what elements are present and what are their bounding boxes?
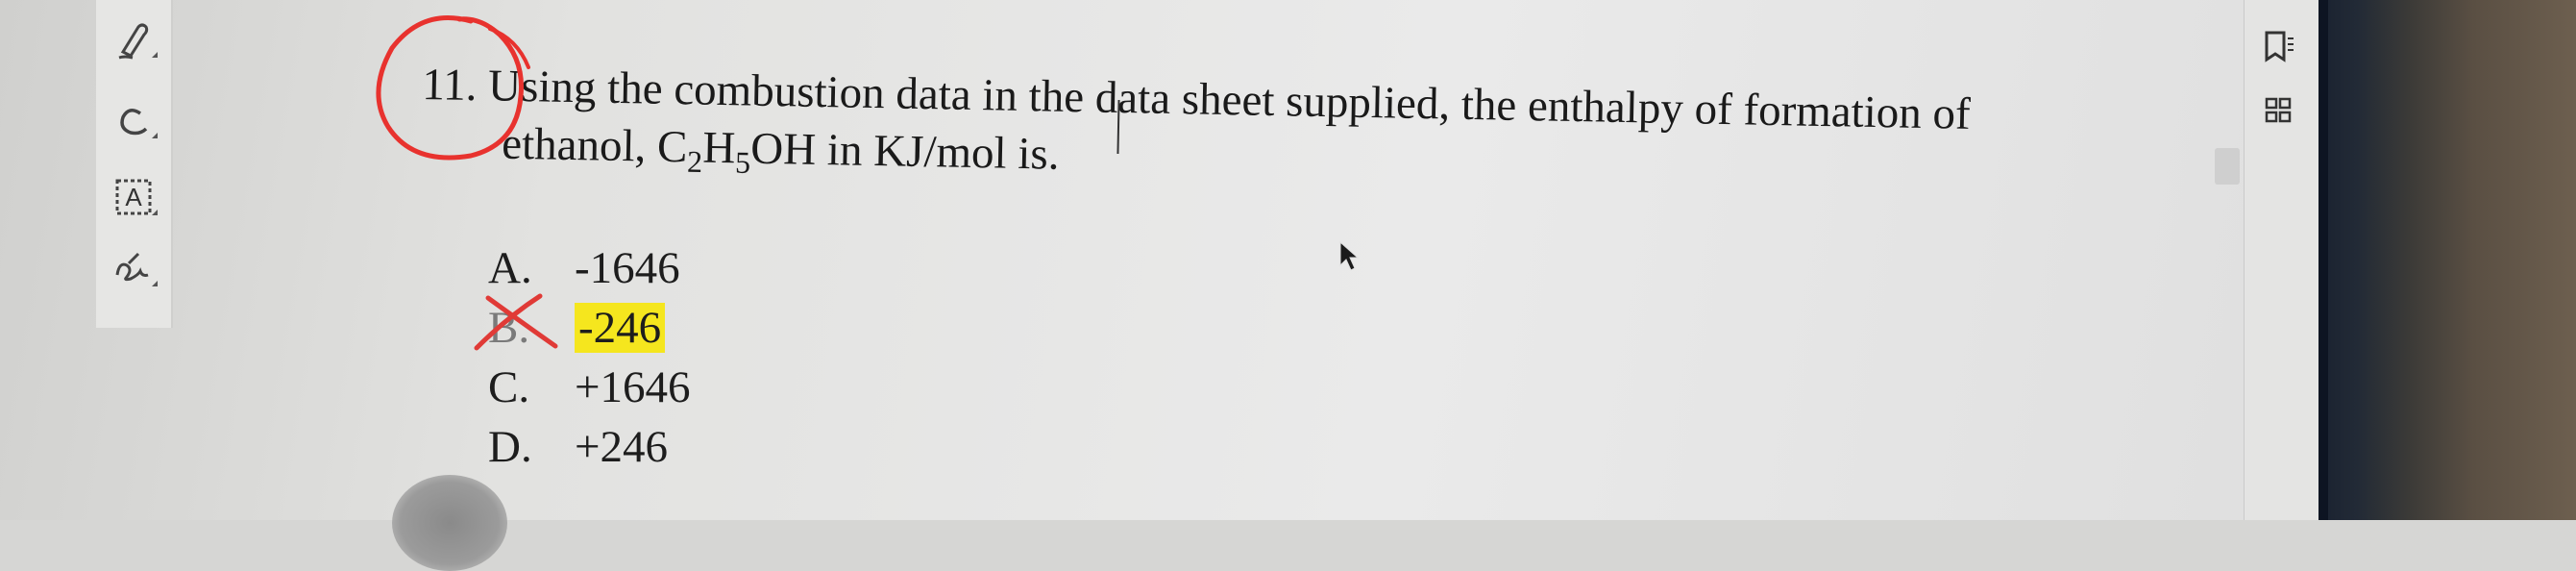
signature-tool-button[interactable]	[106, 242, 163, 296]
scrollbar-thumb[interactable]	[2215, 148, 2240, 185]
choice-d[interactable]: D. +246	[488, 417, 691, 477]
subscript-carbon: 2	[686, 143, 703, 179]
choice-value-highlighted: -246	[575, 303, 666, 353]
thumbnail-grid-icon[interactable]	[2264, 96, 2293, 125]
question-stem-mid: H	[701, 122, 736, 174]
pen-tool-button[interactable]	[106, 13, 163, 67]
pen-icon	[118, 23, 158, 60]
choice-letter: C.	[488, 362, 530, 412]
question-stem-suffix: OH in KJ/mol is.	[749, 123, 1060, 180]
text-box-tool-button[interactable]: A	[106, 171, 163, 225]
lasso-icon	[120, 109, 158, 138]
red-circle-annotation	[376, 15, 530, 161]
choice-letter: D.	[488, 422, 532, 472]
right-side-panel	[2244, 0, 2319, 520]
annotation-toolbar: A	[96, 0, 173, 328]
screen-edge	[2318, 0, 2328, 520]
text-box-letter: A	[125, 183, 142, 211]
choice-value: +1646	[575, 362, 691, 412]
answer-choices: A. -1646 B. -246 C. +1646 D. +246	[488, 238, 691, 477]
finger-blur	[392, 475, 507, 571]
choice-value: +246	[575, 422, 669, 472]
lasso-tool-button[interactable]	[106, 94, 163, 148]
reader-mode-icon[interactable]	[2263, 29, 2295, 67]
signature-icon	[115, 252, 158, 286]
red-x-strike-annotation	[474, 293, 558, 351]
mouse-cursor-icon	[1339, 240, 1360, 271]
subscript-hydrogen: 5	[734, 144, 751, 180]
choice-value: -1646	[575, 243, 680, 293]
screen-bezel	[2318, 0, 2576, 520]
choice-c[interactable]: C. +1646	[488, 358, 691, 417]
text-box-icon: A	[115, 179, 158, 215]
